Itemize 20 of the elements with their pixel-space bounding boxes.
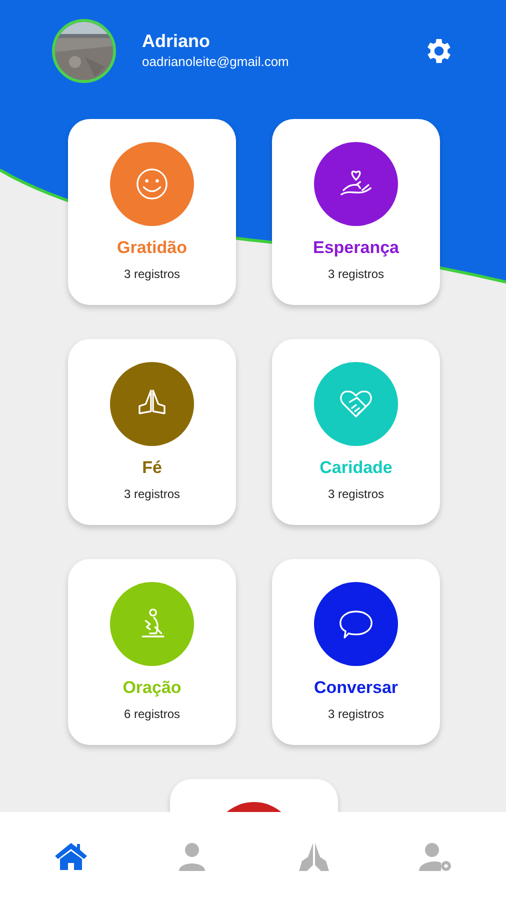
category-title: Conversar <box>314 677 398 699</box>
category-card[interactable]: Esperança 3 registros <box>272 119 440 305</box>
category-card[interactable]: Gratidão 3 registros <box>68 119 236 305</box>
category-card[interactable]: Fé 3 registros <box>68 339 236 525</box>
category-card[interactable]: Caridade 3 registros <box>272 339 440 525</box>
record-count: 3 registros <box>328 266 384 283</box>
category-title: Gratidão <box>117 237 187 259</box>
user-name: Adriano <box>142 30 212 52</box>
category-title: Esperança <box>313 237 399 259</box>
category-title: Oração <box>122 677 182 699</box>
user-email: oadrianoleite@gmail.com <box>142 53 290 71</box>
record-count: 3 registros <box>124 486 180 503</box>
category-title: Caridade <box>320 457 392 479</box>
record-count: 3 registros <box>328 486 384 503</box>
record-count: 6 registros <box>124 706 180 723</box>
category-card[interactable]: Oração 6 registros <box>68 559 236 745</box>
record-count: 3 registros <box>328 706 384 723</box>
category-title: Fé <box>142 457 162 479</box>
record-count: 3 registros <box>124 266 180 283</box>
category-card[interactable]: Conversar 3 registros <box>272 559 440 745</box>
